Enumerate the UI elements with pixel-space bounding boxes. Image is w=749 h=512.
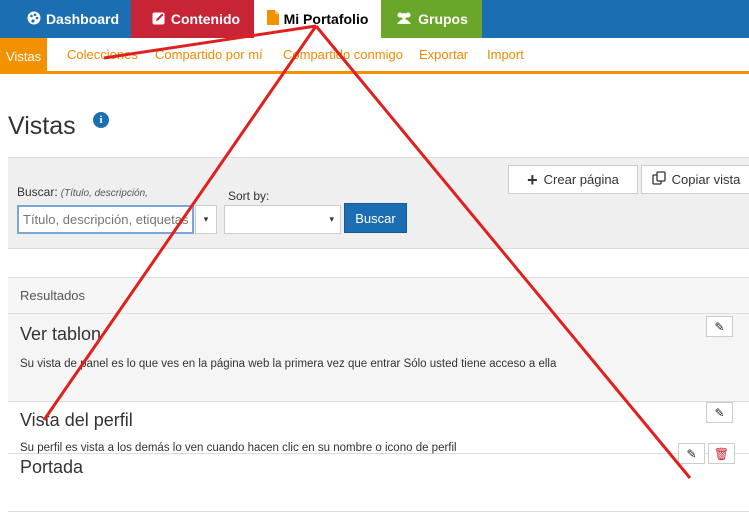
- annotation-line-colecciones: [103, 24, 317, 60]
- page: Dashboard Contenido Mi Portafolio Grupos…: [0, 0, 749, 512]
- annotation-line-perfil: [42, 25, 318, 421]
- annotation-line-edit: [314, 25, 692, 479]
- annotation-lines: [42, 24, 692, 479]
